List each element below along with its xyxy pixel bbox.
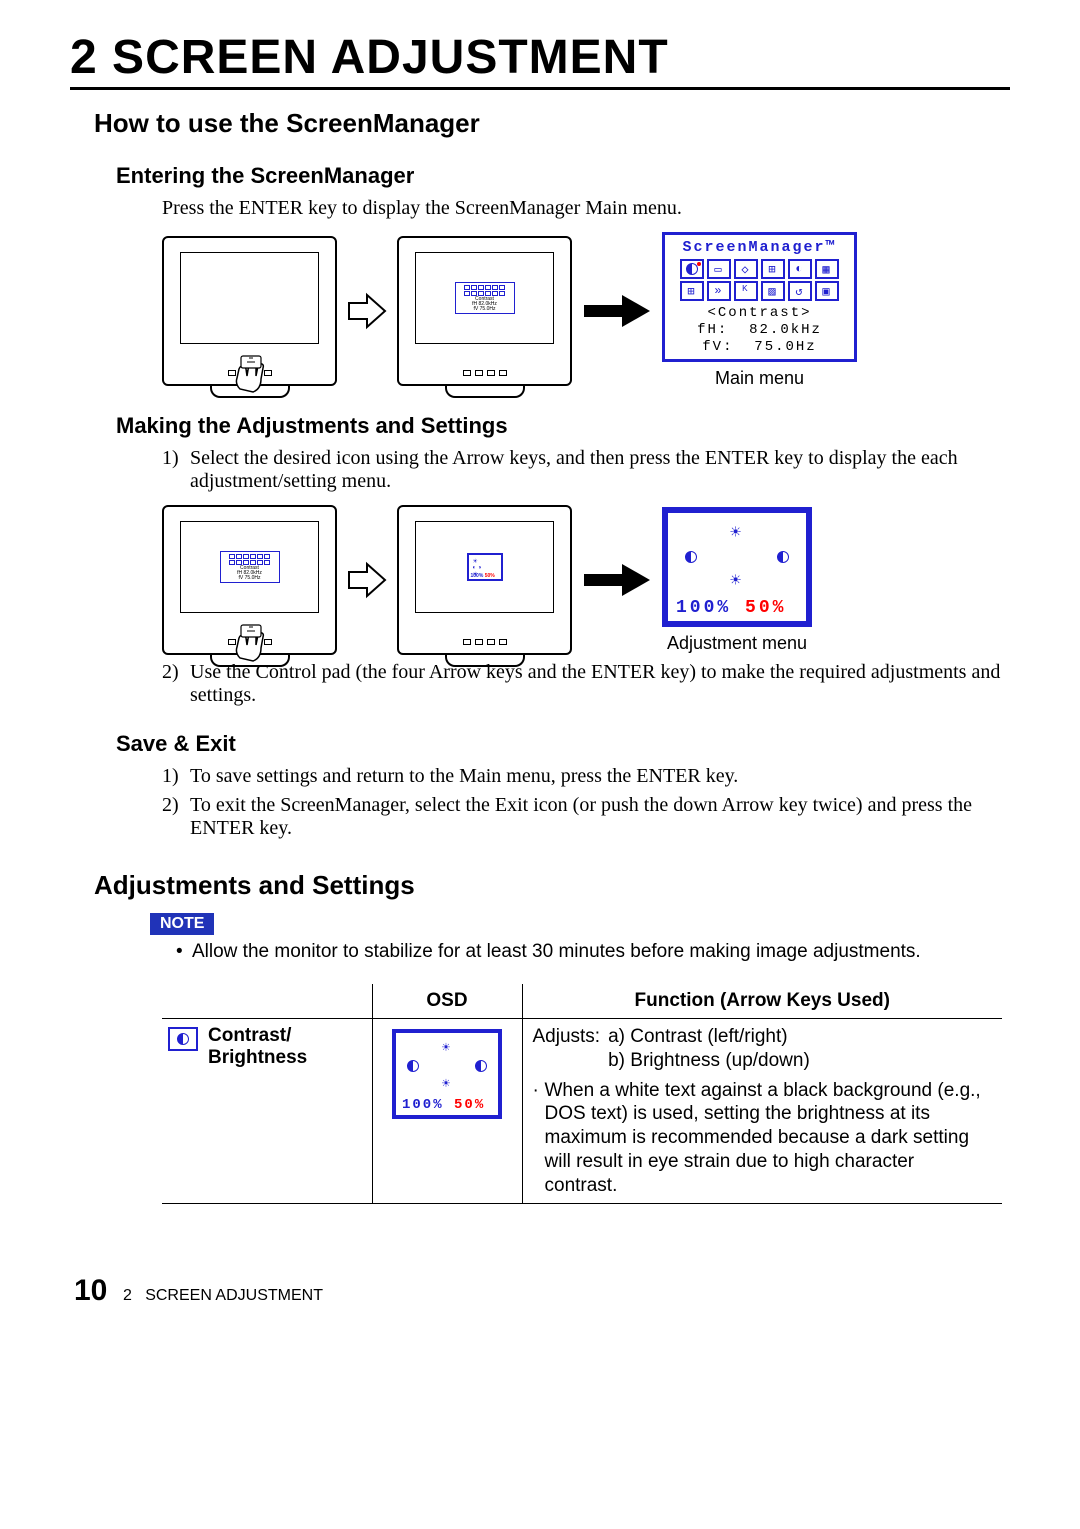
osd-adjust-wrapper: ☀ ☀ 100% 50% Adjustment menu <box>662 507 812 654</box>
making-list: 1)Select the desired icon using the Arro… <box>162 447 1010 493</box>
footer-chap-num: 2 <box>123 1287 132 1304</box>
monitor-with-mainmenu: ContrastfH 82.0kHzfV 75.0Hz <box>162 505 337 655</box>
osd-adjust-panel: ☀ ☀ 100% 50% <box>662 507 812 627</box>
contrast-right-icon <box>475 1060 487 1072</box>
arrow-right-solid-icon <box>582 291 652 331</box>
th-name <box>162 984 372 1019</box>
page-number: 10 <box>74 1274 107 1307</box>
th-function: Function (Arrow Keys Used) <box>522 984 1002 1019</box>
page-footer: 10 2 SCREEN ADJUSTMENT <box>70 1274 1010 1308</box>
osd-main-panel-wrapper: ScreenManager™ ▭ ◇ ⊞ ◐ ▦ ⊞ » ᴷ ▨ ↺ ▣ <Co… <box>662 232 857 389</box>
osd-icon-degauss: ᴷ <box>734 281 758 301</box>
adjust-right-value: 50% <box>745 598 786 618</box>
figure1-caption: Main menu <box>662 368 857 389</box>
osd-icon-info: » <box>707 281 731 301</box>
brightness-up-icon: ☀ <box>730 522 744 544</box>
monitor-with-adjust: ☀◐ ◑☀ 100% 50% <box>397 505 572 655</box>
arrow-right-hollow-icon <box>347 291 387 331</box>
osd-icon-geometry: ◇ <box>734 259 758 279</box>
osd-info-section: <Contrast> fH: 82.0kHz fV: 75.0Hz <box>669 305 850 355</box>
brightness-up-icon: ☀ <box>442 1040 452 1057</box>
saveexit-item-1: 1)To save settings and return to the Mai… <box>162 765 1010 788</box>
contrast-right-icon <box>777 551 789 563</box>
arrow-right-solid-icon <box>582 560 652 600</box>
osd-fv-label: fV: <box>702 339 733 355</box>
section-howto: How to use the ScreenManager <box>94 108 1010 139</box>
saveexit-item-2: 2)To exit the ScreenManager, select the … <box>162 794 1010 840</box>
func-intro: Adjusts: <box>533 1025 601 1073</box>
figure2-caption: Adjustment menu <box>662 633 812 654</box>
osd-main-panel: ScreenManager™ ▭ ◇ ⊞ ◐ ▦ ⊞ » ᴷ ▨ ↺ ▣ <Co… <box>662 232 857 362</box>
making-item-1: 1)Select the desired icon using the Arro… <box>162 447 1010 493</box>
contrast-left-icon <box>685 551 697 563</box>
row-name-cell: Contrast/ Brightness <box>162 1019 372 1204</box>
arrow-right-hollow-icon <box>347 560 387 600</box>
contrast-brightness-icon <box>168 1027 198 1051</box>
chapter-number: 2 <box>70 31 98 84</box>
subsection-entering: Entering the ScreenManager <box>116 163 1010 189</box>
th-osd: OSD <box>372 984 522 1019</box>
row-func-cell: Adjusts: a) Contrast (left/right) b) Bri… <box>522 1019 1002 1204</box>
making-list-2: 2)Use the Control pad (the four Arrow ke… <box>162 661 1010 707</box>
osd-icon-size: ▭ <box>707 259 731 279</box>
osd-icon-pattern: ⊞ <box>680 281 704 301</box>
row-osd-cell: ☀ ☀ 100% 50% <box>372 1019 522 1204</box>
osd-icon-row-1: ▭ ◇ ⊞ ◐ ▦ <box>669 259 850 279</box>
contrast-left-icon <box>407 1060 419 1072</box>
footer-chap-title: SCREEN ADJUSTMENT <box>145 1287 323 1304</box>
saveexit-list: 1)To save settings and return to the Mai… <box>162 765 1010 840</box>
brightness-down-icon: ☀ <box>730 570 744 592</box>
note-badge: NOTE <box>150 913 214 935</box>
osd-fh-label: fH: <box>697 322 728 338</box>
hand-icon <box>225 623 275 663</box>
entering-text: Press the ENTER key to display the Scree… <box>162 197 1010 220</box>
table-header-row: OSD Function (Arrow Keys Used) <box>162 984 1002 1019</box>
chapter-heading: 2 SCREEN ADJUSTMENT <box>70 30 1010 90</box>
adjust-left-value: 100% <box>676 598 731 618</box>
chapter-title: SCREEN ADJUSTMENT <box>112 31 669 84</box>
making-item-2: 2)Use the Control pad (the four Arrow ke… <box>162 661 1010 707</box>
subsection-making: Making the Adjustments and Settings <box>116 413 1010 439</box>
osd-icon-exit: ▣ <box>815 281 839 301</box>
osd-icon-reset: ↺ <box>788 281 812 301</box>
osd-icon-row-2: ⊞ » ᴷ ▨ ↺ ▣ <box>669 281 850 301</box>
osd-thumbnail: ☀ ☀ 100% 50% <box>392 1029 502 1119</box>
func-note: When a white text against a black backgr… <box>545 1080 981 1196</box>
row-name-line1: Contrast/ <box>208 1025 291 1046</box>
note-bullet: Allow the monitor to stabilize for at le… <box>176 941 950 964</box>
func-a: a) Contrast (left/right) <box>608 1025 810 1049</box>
row-name-line2: Brightness <box>208 1047 307 1068</box>
subsection-saveexit: Save & Exit <box>116 731 1010 757</box>
osd-icon-filter: ▨ <box>761 281 785 301</box>
hand-icon <box>225 354 275 394</box>
osd-icon-convergence: ⊞ <box>761 259 785 279</box>
settings-table: OSD Function (Arrow Keys Used) Contrast/… <box>162 984 1002 1204</box>
figure-main-menu: ContrastfH 82.0kHzfV 75.0Hz ScreenManage… <box>162 232 1010 389</box>
osd-fh-val: 82.0kHz <box>749 322 822 338</box>
osd-info-label: <Contrast> <box>669 305 850 322</box>
monitor-with-osd: ContrastfH 82.0kHzfV 75.0Hz <box>397 236 572 386</box>
section-adjustments: Adjustments and Settings <box>94 870 1010 901</box>
osd-icon-others: ▦ <box>815 259 839 279</box>
osd-icon-contrast <box>680 259 704 279</box>
osd-icon-color: ◐ <box>788 259 812 279</box>
table-row: Contrast/ Brightness ☀ ☀ 100% 50% Adjust… <box>162 1019 1002 1204</box>
figure-adjust-menu: ContrastfH 82.0kHzfV 75.0Hz ☀◐ ◑☀ 100% 5… <box>162 505 1010 655</box>
monitor-blank <box>162 236 337 386</box>
osd-title: ScreenManager™ <box>669 239 850 256</box>
osd-fv-val: 75.0Hz <box>754 339 816 355</box>
brightness-down-icon: ☀ <box>442 1076 452 1093</box>
func-b: b) Brightness (up/down) <box>608 1049 810 1073</box>
